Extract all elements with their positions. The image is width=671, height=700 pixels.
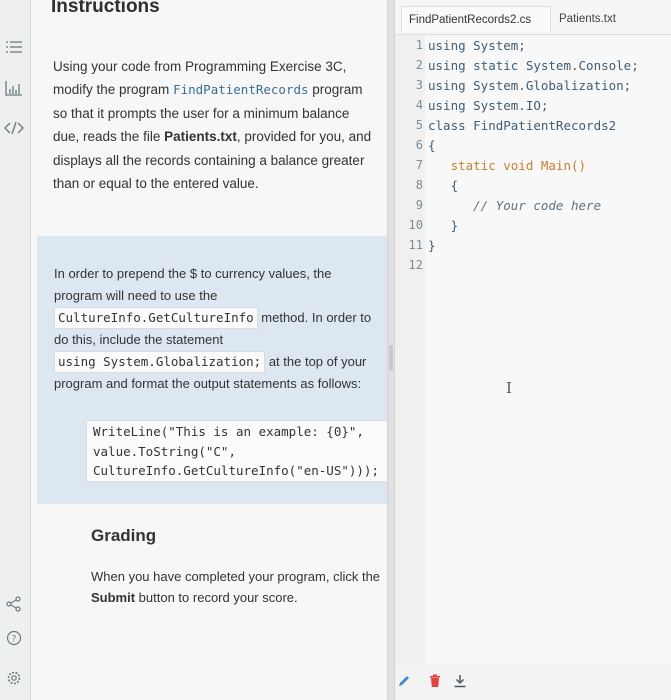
text-cursor-icon: I [506,379,512,397]
line-number: 1 [415,38,423,52]
grading-text-b: button to record your score. [135,590,298,605]
editor-panel: FindPatientRecords2.cs Patients.txt 1 2 … [395,0,671,700]
using-statement-chip: using System.Globalization; [54,351,266,373]
left-rail: ? [0,0,31,700]
editor-toolbar [395,664,671,700]
pencil-icon[interactable] [395,672,413,690]
chart-icon[interactable] [3,77,25,99]
line-number: 12 [408,258,423,272]
grading-title: Grading [91,526,157,545]
instructions-panel: Instructions Using your code from Progra… [31,0,390,700]
editor-tabs: FindPatientRecords2.cs Patients.txt [395,0,671,34]
tab-patients-txt[interactable]: Patients.txt [552,6,671,32]
grading-text: When you have completed your program, cl… [91,566,401,608]
code-line: } [428,218,459,233]
code-line: using System; [428,38,526,53]
code-comment: // Your code here [428,198,602,213]
file-name-bold: Patients.txt [164,129,237,145]
line-number: 9 [415,198,423,212]
settings-icon[interactable] [3,667,25,689]
program-name-code: FindPatientRecords [173,82,309,98]
code-line: { [428,178,459,193]
code-line: class FindPatientRecords2 [428,118,617,133]
menu-list-icon[interactable] [3,36,25,58]
download-icon[interactable] [451,672,469,690]
code-editor[interactable]: 1 2 3 4 5 6 7 8 9 10 11 12 using System;… [395,34,671,665]
code-line: using static System.Console; [428,58,639,73]
instructions-title: Instructions [51,0,160,17]
task-description: Using your code from Programming Exercis… [53,55,378,195]
code-line-main: static void Main() [428,158,587,173]
tab-findpatientrecords2[interactable]: FindPatientRecords2.cs [401,6,551,32]
line-number: 3 [415,78,423,92]
submit-bold: Submit [91,590,136,605]
method-code-chip: CultureInfo.GetCultureInfo [54,307,258,329]
svg-text:?: ? [12,635,17,645]
line-number: 4 [415,98,423,112]
help-icon[interactable]: ? [3,627,25,649]
share-icon[interactable] [3,593,25,615]
line-number: 6 [415,138,423,152]
grading-text-a: When you have completed your program, cl… [91,569,381,584]
code-line: using System.IO; [428,98,549,113]
example-line: CultureInfo.GetCultureInfo("en-US"))); [93,463,379,478]
example-line: value.ToString("C", [93,443,236,459]
code-icon[interactable] [3,117,25,139]
line-number-gutter: 1 2 3 4 5 6 7 8 9 10 11 12 [395,35,425,665]
example-line: WriteLine("This is an example: {0}", [93,424,364,439]
line-number: 2 [415,58,423,72]
line-number: 7 [415,158,423,172]
trash-icon[interactable] [426,672,444,690]
info-text: In order to prepend the $ to currency va… [54,263,374,395]
code-line: using System.Globalization; [428,78,632,93]
example-code-block: WriteLine("This is an example: {0}", val… [86,420,390,482]
code-line: { [428,138,436,153]
code-line: } [428,238,436,253]
info-text-a: In order to prepend the $ to currency va… [54,266,332,303]
line-number: 5 [415,118,423,132]
line-number: 11 [408,238,423,252]
line-number: 10 [408,218,423,232]
line-number: 8 [415,178,423,192]
resize-handle[interactable] [389,345,393,371]
